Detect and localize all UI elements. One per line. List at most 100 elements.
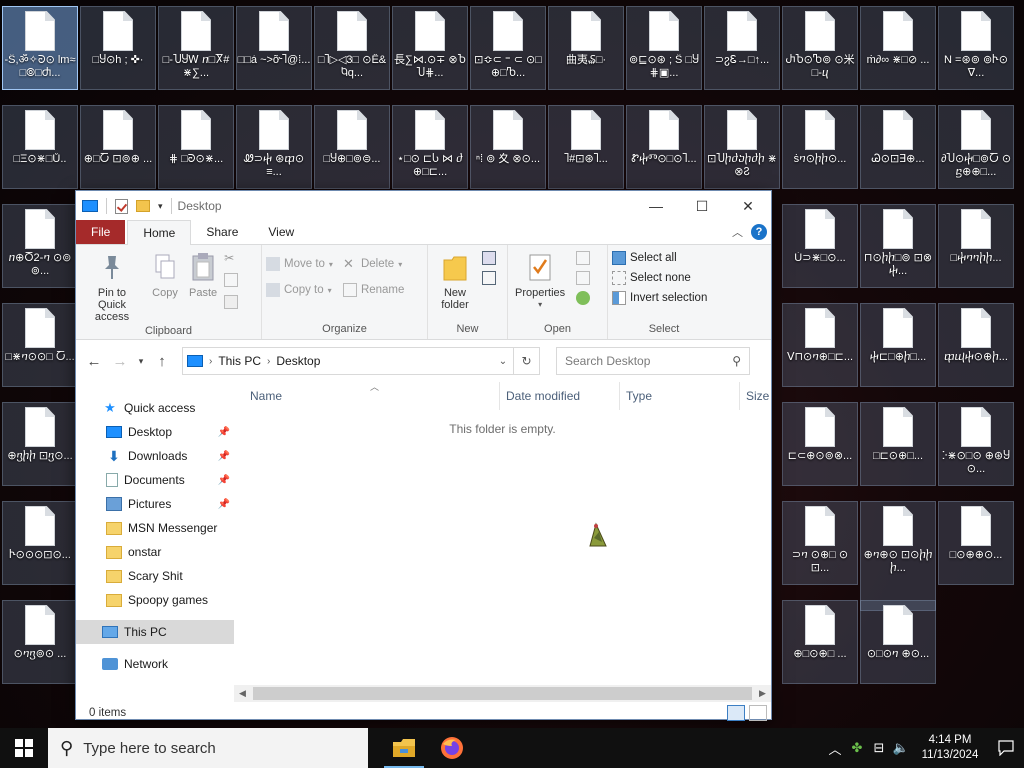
nav-onstar[interactable]: onstar — [76, 540, 234, 564]
maximize-button[interactable]: ☐ — [679, 191, 725, 221]
desktop-file-icon[interactable]: ⊃ⴈ ⊙⊕□ ⊙⊡... — [782, 501, 858, 585]
breadcrumb-desktop[interactable]: Desktop — [276, 354, 320, 368]
breadcrumb-chevron-icon[interactable]: › — [267, 356, 270, 367]
rename-button[interactable]: Rename — [342, 283, 404, 297]
desktop-file-icon[interactable]: Ν =⊛⊚ ⊚Ⴡ⊙∇... — [938, 6, 1014, 90]
nav-desktop[interactable]: Desktop 📌 — [76, 420, 234, 444]
forward-arrow-icon[interactable]: → — [110, 353, 130, 370]
desktop-file-icon[interactable]: Ⴈ#⊡⊛Ⴈ... — [548, 105, 624, 189]
desktop-file-icon[interactable]: ṡⴈ⊙ⴙⴙ⊙... — [782, 105, 858, 189]
volume-icon[interactable]: 🔈 — [890, 740, 912, 756]
desktop-file-icon[interactable]: Ꮚ⊙⊡∃⊕... — [860, 105, 936, 189]
desktop-file-icon[interactable]: ⴾ⋇⊙□⊙ ⊕⊛Ⴘ⊙... — [938, 402, 1014, 486]
nav-this-pc[interactable]: This PC — [76, 620, 234, 644]
address-bar[interactable]: › This PC › Desktop ⌄ — [182, 347, 514, 375]
desktop-file-icon[interactable]: Ꮺ⊃ⴕ ⊛ⴔ⊙≡... — [236, 105, 312, 189]
search-input[interactable]: Search Desktop ⚲ — [556, 347, 750, 375]
desktop-file-icon[interactable]: ⴖ⊕Ⴃ2-ⴈ ⊙⊚⊚... — [2, 204, 78, 288]
desktop-file-icon[interactable]: ⴔⴓⴕ⊙⊕ⴙ... — [938, 303, 1014, 387]
help-icon[interactable]: ? — [751, 224, 767, 240]
desktop-file-icon[interactable]: ⋕ □ᘒ⊙⋇... — [158, 105, 234, 189]
delete-button[interactable]: ✕ Delete ▾ — [343, 257, 404, 271]
desktop-file-icon[interactable]: 長∑⋈.⊙∓ ⊗ႦႮ⋕... — [392, 6, 468, 90]
paste-shortcut-icon[interactable] — [224, 295, 239, 309]
paste-button[interactable]: Paste — [186, 249, 220, 325]
title-bar[interactable]: ▾ Desktop — ☐ ✕ — [76, 191, 771, 221]
refresh-icon[interactable]: ↻ — [514, 347, 540, 375]
desktop-file-icon[interactable]: □⊏⊙⊕□... — [860, 402, 936, 486]
show-hidden-icons-chevron-icon[interactable]: ︿ — [824, 739, 846, 758]
customize-toolbar-chevron-icon[interactable]: ▾ — [158, 201, 163, 212]
start-button[interactable] — [0, 728, 48, 768]
desktop-file-icon[interactable]: ⁿ⁞ ⊚ 夊 ⊗⊙... — [470, 105, 546, 189]
edit-icon[interactable] — [576, 271, 591, 285]
open-icon[interactable] — [576, 251, 591, 265]
minimize-button[interactable]: — — [633, 191, 679, 221]
desktop-file-icon[interactable]: ⊓⊙ⴙⴙ□⊚ ⊡⊗ⴕ... — [860, 204, 936, 288]
copy-path-icon[interactable] — [224, 273, 239, 287]
easy-access-icon[interactable] — [482, 271, 496, 285]
nav-scary-shit[interactable]: Scary Shit — [76, 564, 234, 588]
desktop-file-icon[interactable]: ∂Ⴎ⊙ⴕ□⊚Ⴀ ⊙ⴝ⊕⊕□... — [938, 105, 1014, 189]
desktop-file-icon[interactable]: □Ⴘ⊕□⊚⊜... — [314, 105, 390, 189]
breadcrumb-chevron-icon[interactable]: › — [209, 356, 212, 367]
large-icons-view-icon[interactable] — [749, 705, 767, 721]
cut-icon[interactable]: ✂ — [224, 251, 238, 265]
desktop-file-icon[interactable]: □-ႮႸᎳ ⴖ□Ⴟ#⋇∑... — [158, 6, 234, 90]
desktop-file-icon[interactable]: □ⴕⴈⴈⴙⴙ... — [938, 204, 1014, 288]
desktop-file-icon[interactable]: ⊕□Ⴀ ⊡⊚⊕ ... — [80, 105, 156, 189]
taskbar-file-explorer[interactable] — [380, 728, 428, 768]
new-folder-quick-icon[interactable] — [136, 200, 150, 212]
desktop-file-icon[interactable]: ⊏⊂⊕⊙⊚⊗... — [782, 402, 858, 486]
desktop-file-icon[interactable]: ⊙□⊙ⴈ ⊕⊙... — [860, 600, 936, 684]
column-header-size[interactable]: Size — [740, 382, 770, 410]
tab-home[interactable]: Home — [127, 220, 192, 245]
collapse-ribbon-chevron-icon[interactable]: ︿ — [732, 224, 743, 240]
select-none-button[interactable]: Select none — [612, 271, 707, 285]
desktop-file-icon[interactable]: Ⴡ⊙⊙⊙⊡⊙... — [2, 501, 78, 585]
desktop-file-icon[interactable]: ⊡≎⊂ ⁼ ⊂ ⊙□⊕□Ⴊ... — [470, 6, 546, 90]
desktop-file-icon[interactable]: ⴸ⊓⊙ⴈ⊕□⊏... — [782, 303, 858, 387]
desktop-file-icon[interactable]: □Ξ⊙⋇□Ů.. — [2, 105, 78, 189]
desktop-file-icon[interactable]: ⊚⊑⊙⊛ ; Ŝ □Ⴘ⋕▣... — [626, 6, 702, 90]
nav-downloads[interactable]: ⬇ Downloads 📌 — [76, 444, 234, 468]
invert-selection-button[interactable]: Invert selection — [612, 291, 707, 305]
notification-icon[interactable] — [988, 728, 1024, 768]
file-list[interactable]: Name ︿ Date modified Type Size This fold… — [234, 382, 771, 702]
copy-to-button[interactable]: Copy to ▾ — [266, 283, 333, 297]
properties-quick-icon[interactable] — [115, 198, 128, 214]
nav-quick-access[interactable]: ★ Quick access — [76, 396, 234, 420]
desktop-file-icon[interactable]: Ủ⊃⋇□⊙... — [782, 204, 858, 288]
nav-documents[interactable]: Documents 📌 — [76, 468, 234, 492]
nav-msn-messenger[interactable]: MSN Messenger — [76, 516, 234, 540]
nav-spoopy-games[interactable]: Spoopy games — [76, 588, 234, 612]
desktop-file-icon[interactable]: ⊃ⴧᏋ→□↑... — [704, 6, 780, 90]
column-header-type[interactable]: Type — [620, 382, 740, 410]
desktop-file-icon[interactable]: □⋇ⴈ⊙⊙□ Ⴀ... — [2, 303, 78, 387]
copy-button[interactable]: Copy — [148, 249, 182, 325]
taskbar-firefox[interactable] — [428, 728, 476, 768]
close-button[interactable]: ✕ — [725, 191, 771, 221]
desktop-file-icon[interactable]: ⋆□⊙ ⊏Ⴑ ⋈ ⴛ ⊕□⊏... — [392, 105, 468, 189]
move-to-button[interactable]: Move to ▾ — [266, 257, 333, 271]
breadcrumb-this-pc[interactable]: This PC — [218, 354, 261, 368]
up-arrow-icon[interactable]: ↑ — [152, 353, 172, 370]
new-folder-button[interactable]: New folder — [432, 249, 478, 323]
desktop-file-icon[interactable]: -Ŝ,ॐ✧ᘒ⊙ lm≈□⦾□Ⴛ... — [2, 6, 78, 90]
scroll-thumb[interactable] — [253, 687, 752, 700]
pin-to-quick-access-button[interactable]: Pin to Quick access — [80, 249, 144, 325]
nav-pictures[interactable]: Pictures 📌 — [76, 492, 234, 516]
desktop-file-icon[interactable]: ⊕ⴈ⊕⊙ ⊡⊙ⴙⴙⴙ... — [860, 501, 936, 611]
desktop-file-icon[interactable]: □Ⴘ⊙h ; ✜· — [80, 6, 156, 90]
nav-network[interactable]: Network — [76, 652, 234, 676]
column-header-name[interactable]: Name ︿ — [234, 382, 500, 410]
desktop-file-icon[interactable]: 曲夷₷□· — [548, 6, 624, 90]
column-header-date-modified[interactable]: Date modified — [500, 382, 620, 410]
desktop-file-icon[interactable]: □⊙⊕⊕⊙... — [938, 501, 1014, 585]
network-icon[interactable]: ⊟ — [868, 740, 890, 756]
desktop-file-icon[interactable]: ⊡Ⴎⴙⴛⴢⴙⴛⴙ ⋇⊗Ⴧ — [704, 105, 780, 189]
recent-locations-chevron-icon[interactable]: ▾ — [136, 356, 146, 367]
details-view-icon[interactable] — [727, 705, 745, 721]
scroll-left-icon[interactable]: ◀ — [234, 688, 251, 699]
history-icon[interactable] — [576, 291, 591, 305]
